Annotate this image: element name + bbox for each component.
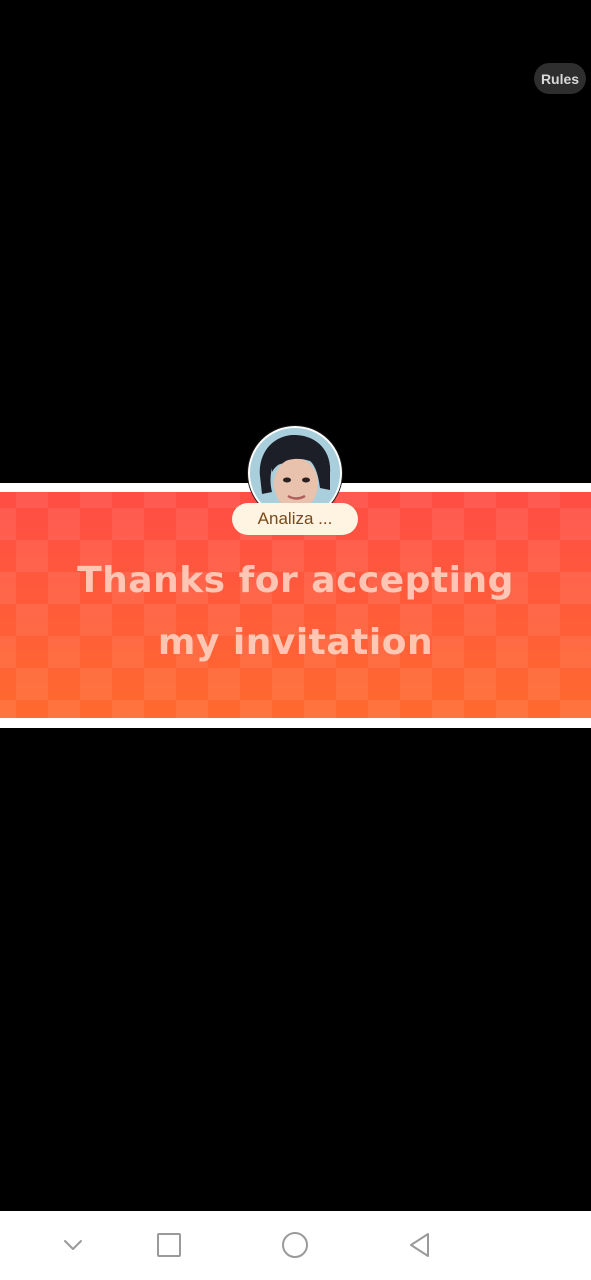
chevron-down-icon[interactable]: [53, 1225, 93, 1265]
recent-apps-icon[interactable]: [149, 1225, 189, 1265]
rules-button[interactable]: Rules: [534, 63, 586, 94]
invitation-screen: Rules Thanks for accepting my invitation…: [0, 0, 591, 1280]
home-icon[interactable]: [275, 1225, 315, 1265]
back-icon[interactable]: [400, 1225, 440, 1265]
inviter-name-badge: Analiza ...: [232, 503, 358, 535]
message-line-1: Thanks for accepting: [77, 560, 514, 601]
system-navigation-bar: [0, 1211, 591, 1280]
message-line-2: my invitation: [157, 622, 434, 663]
invitation-message: Thanks for accepting my invitation: [0, 550, 591, 674]
